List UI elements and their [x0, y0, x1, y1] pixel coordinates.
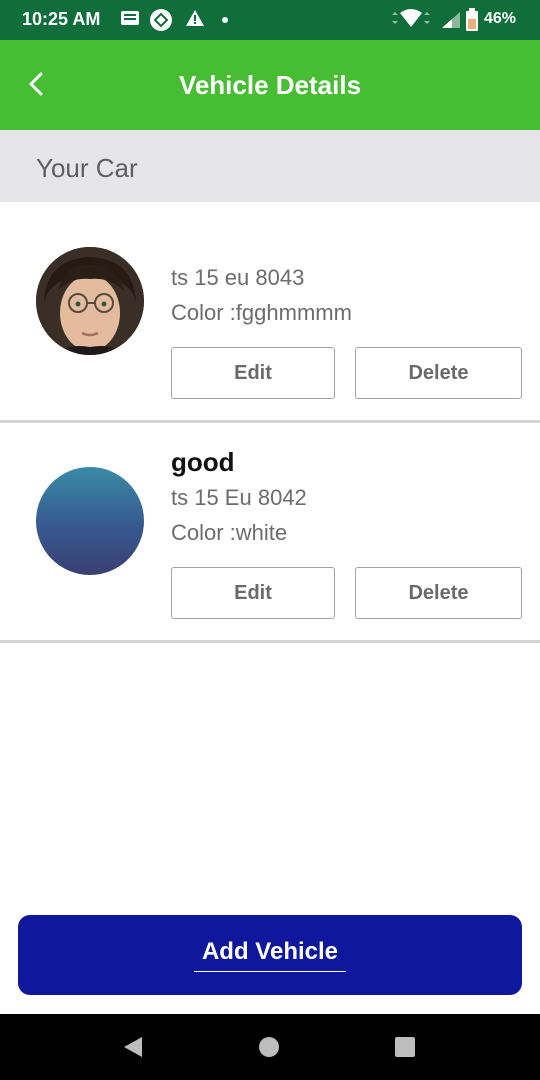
delete-button[interactable]: Delete [355, 567, 522, 619]
signal-icon [442, 12, 460, 28]
recents-nav-icon[interactable] [393, 1035, 417, 1059]
vehicle-color: Color :fgghmmmm [171, 300, 352, 325]
wifi-icon [392, 9, 430, 27]
vehicle-plate: ts 15 eu 8043 [171, 265, 305, 290]
dot-icon [222, 17, 228, 23]
status-time: 10:25 AM [22, 9, 101, 29]
edit-button[interactable]: Edit [171, 567, 335, 619]
section-header: Your Car [0, 130, 540, 202]
status-bar: 10:25 AM 46% [0, 0, 540, 40]
vehicle-plate: ts 15 Eu 8042 [171, 485, 307, 510]
add-vehicle-label: Add Vehicle [193, 938, 347, 972]
warning-icon [186, 10, 204, 26]
back-nav-icon[interactable] [120, 1035, 146, 1059]
vehicle-color: Color :white [171, 520, 288, 545]
delete-button[interactable]: Delete [355, 347, 522, 399]
edit-button[interactable]: Edit [171, 347, 335, 399]
app-bar: Vehicle Details [0, 40, 540, 130]
vehicle-card: good ts 15 Eu 8042 Color :white Edit Del… [0, 422, 540, 643]
vpn-icon [150, 9, 172, 31]
vehicle-photo [36, 247, 144, 355]
battery-percentage: 46% [484, 10, 517, 27]
notification-icon [121, 11, 139, 25]
vehicle-photo [36, 467, 144, 575]
navigation-bar [0, 1014, 540, 1080]
vehicle-name: good [171, 447, 235, 477]
home-nav-icon[interactable] [257, 1035, 281, 1059]
battery-icon [466, 8, 478, 31]
page-title: Vehicle Details [178, 70, 362, 100]
add-vehicle-button[interactable]: Add Vehicle [18, 915, 522, 995]
section-title: Your Car [36, 153, 138, 183]
vehicle-card: ts 15 eu 8043 Color :fgghmmmm Edit Delet… [0, 202, 540, 423]
